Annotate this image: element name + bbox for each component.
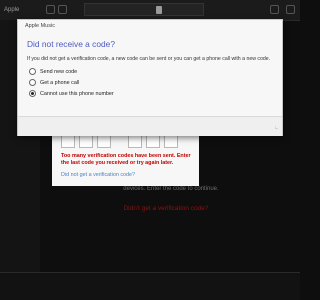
background-instructions: devices. Enter the code to continue. bbox=[123, 186, 219, 192]
back-button[interactable] bbox=[46, 5, 55, 14]
radio-icon[interactable] bbox=[29, 79, 36, 86]
apple-logo-icon bbox=[156, 6, 162, 14]
app-label: Apple bbox=[4, 7, 20, 13]
radio-icon[interactable] bbox=[29, 68, 36, 75]
code-digit-3[interactable] bbox=[97, 135, 111, 148]
dialog-titlebar: Apple Music bbox=[18, 20, 282, 33]
option-cannot-use-number[interactable]: Cannot use this phone number bbox=[29, 89, 114, 98]
did-not-receive-code-dialog: Apple Music Did not receive a code? If y… bbox=[17, 19, 283, 136]
option-label: Get a phone call bbox=[40, 79, 80, 86]
code-digit-1[interactable] bbox=[61, 135, 75, 148]
verification-code-sheet: Too many verification codes have been se… bbox=[52, 132, 199, 186]
resize-grip-icon[interactable]: ∟ bbox=[274, 125, 279, 131]
app-toolbar: Apple bbox=[0, 0, 300, 21]
list-icon[interactable] bbox=[270, 5, 279, 14]
code-digit-5[interactable] bbox=[146, 135, 160, 148]
radio-icon-checked[interactable] bbox=[29, 90, 36, 97]
option-label: Cannot use this phone number bbox=[40, 90, 114, 97]
option-label: Send new code bbox=[40, 68, 78, 75]
code-digit-6[interactable] bbox=[164, 135, 178, 148]
dialog-description: If you did not get a verification code, … bbox=[27, 56, 271, 62]
now-playing-strip bbox=[84, 3, 204, 16]
bottom-bar bbox=[0, 273, 300, 300]
error-message: Too many verification codes have been se… bbox=[61, 153, 191, 167]
background-code-link[interactable]: Didn't get a verification code? bbox=[96, 205, 236, 212]
option-send-new-code[interactable]: Send new code bbox=[29, 67, 77, 76]
option-phone-call[interactable]: Get a phone call bbox=[29, 78, 79, 87]
code-digit-4[interactable] bbox=[128, 135, 142, 148]
no-code-link[interactable]: Did not get a verification code? bbox=[61, 172, 135, 178]
code-digit-2[interactable] bbox=[79, 135, 93, 148]
dialog-heading: Did not receive a code? bbox=[27, 39, 115, 49]
forward-button[interactable] bbox=[58, 5, 67, 14]
dialog-window-title: Apple Music bbox=[25, 23, 55, 29]
dialog-footer: ∟ bbox=[18, 116, 282, 136]
account-icon[interactable] bbox=[286, 5, 295, 14]
